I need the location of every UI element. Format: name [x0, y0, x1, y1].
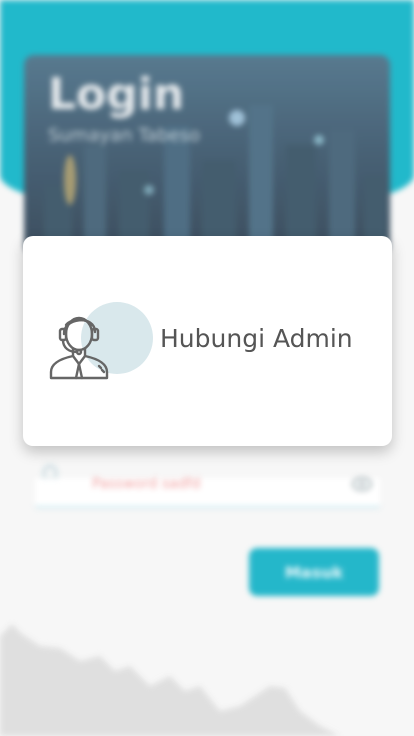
- contact-admin-dialog[interactable]: Hubungi Admin: [23, 236, 392, 446]
- contact-admin-label: Hubungi Admin: [160, 324, 353, 353]
- avatar: [45, 298, 153, 390]
- customer-support-icon: [49, 316, 109, 380]
